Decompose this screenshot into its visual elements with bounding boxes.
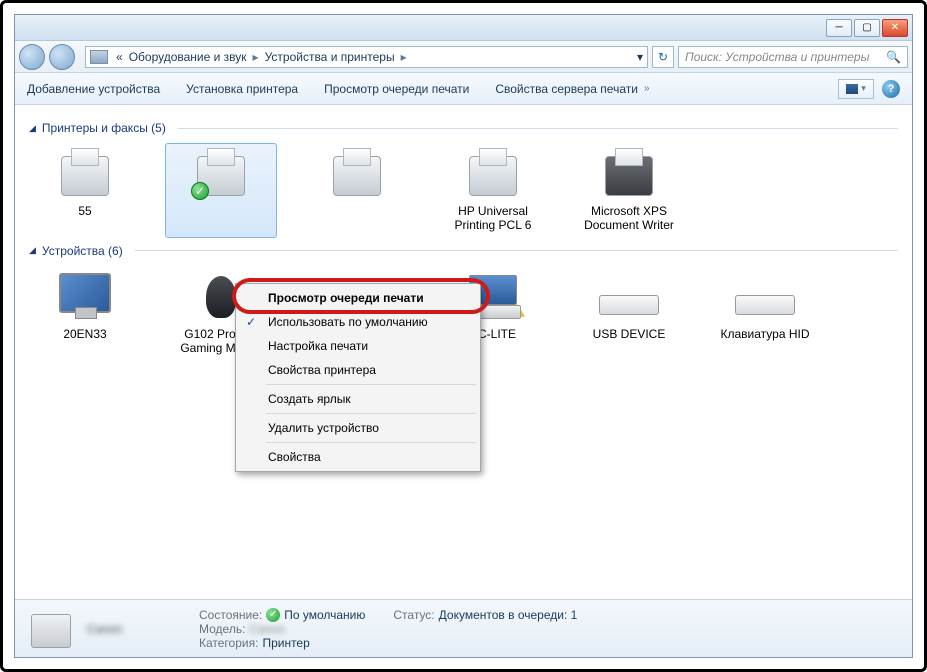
check-icon: ✓: [266, 608, 280, 622]
breadcrumb-devices[interactable]: Устройства и принтеры: [265, 50, 395, 64]
device-item[interactable]: 20EN33: [29, 266, 141, 361]
menu-label: Создать ярлык: [268, 392, 351, 406]
menu-label: Удалить устройство: [268, 421, 379, 435]
category-value: Принтер: [262, 636, 309, 650]
status-value: Документов в очереди: 1: [439, 608, 578, 622]
menu-separator: [266, 413, 476, 414]
menu-label: Просмотр очереди печати: [268, 291, 424, 305]
category-key: Категория:: [199, 636, 258, 650]
keyboard-icon: [733, 271, 797, 323]
breadcrumb-separator-icon: ▸: [401, 50, 407, 64]
breadcrumb-hardware[interactable]: Оборудование и звук: [129, 50, 247, 64]
chevron-left-icon: «: [116, 50, 123, 64]
menu-print-prefs[interactable]: Настройка печати: [238, 334, 478, 358]
check-icon: ✓: [246, 315, 256, 329]
refresh-button[interactable]: ↻: [652, 46, 674, 68]
search-input[interactable]: Поиск: Устройства и принтеры 🔍: [678, 46, 908, 68]
minimize-button[interactable]: ─: [826, 19, 852, 37]
model-value: Canon: [249, 622, 284, 636]
title-bar: ─ ▢ ✕: [15, 15, 912, 41]
devices-icon: [90, 50, 108, 64]
model-key: Модель:: [199, 622, 245, 636]
menu-label: Настройка печати: [268, 339, 368, 353]
menu-printer-props[interactable]: Свойства принтера: [238, 358, 478, 382]
device-item[interactable]: USB DEVICE: [573, 266, 685, 361]
state-value: ✓По умолчанию: [266, 608, 365, 622]
printer-icon: [597, 148, 661, 200]
menu-label: Использовать по умолчанию: [268, 315, 428, 329]
maximize-button[interactable]: ▢: [854, 19, 880, 37]
warning-icon: [509, 303, 525, 317]
printer-icon: [27, 608, 75, 650]
collapse-icon: ◢: [29, 245, 36, 256]
overflow-icon[interactable]: »: [644, 83, 650, 94]
group-title: Устройства (6): [42, 244, 123, 258]
state-key: Состояние:: [199, 608, 262, 622]
nav-bar: « Оборудование и звук ▸ Устройства и при…: [15, 41, 912, 73]
view-mode-button[interactable]: ▾: [838, 79, 874, 99]
details-title: Canon: [87, 622, 187, 636]
keyboard-icon: [597, 271, 661, 323]
group-title: Принтеры и факсы (5): [42, 121, 166, 135]
help-button[interactable]: ?: [882, 80, 900, 98]
menu-label: Свойства принтера: [268, 363, 376, 377]
item-label: Microsoft XPS Document Writer: [578, 204, 680, 233]
collapse-icon: ◢: [29, 123, 36, 134]
printer-icon: [325, 148, 389, 200]
address-bar[interactable]: « Оборудование и звук ▸ Устройства и при…: [85, 46, 648, 68]
dropdown-icon[interactable]: ▾: [637, 50, 643, 64]
status-key: Статус:: [393, 608, 434, 622]
forward-button[interactable]: [49, 44, 75, 70]
search-icon: 🔍: [886, 50, 901, 64]
item-label: 20EN33: [63, 327, 106, 341]
add-printer-button[interactable]: Установка принтера: [186, 82, 298, 96]
menu-separator: [266, 384, 476, 385]
printer-icon: [461, 148, 525, 200]
group-header-printers[interactable]: ◢ Принтеры и факсы (5): [29, 121, 898, 135]
default-check-icon: ✓: [191, 182, 209, 200]
divider: [178, 128, 898, 129]
group-header-devices[interactable]: ◢ Устройства (6): [29, 244, 898, 258]
printer-item[interactable]: [301, 143, 413, 238]
details-pane: Canon Состояние: ✓По умолчанию Модель: C…: [15, 599, 912, 657]
printer-item-selected[interactable]: ✓: [165, 143, 277, 238]
printer-item[interactable]: HP Universal Printing PCL 6: [437, 143, 549, 238]
view-queue-button[interactable]: Просмотр очереди печати: [324, 82, 469, 96]
explorer-window: ─ ▢ ✕ « Оборудование и звук ▸ Устройства…: [14, 14, 913, 658]
item-label: HP Universal Printing PCL 6: [442, 204, 544, 233]
context-menu: Просмотр очереди печати ✓ Использовать по…: [235, 283, 481, 472]
monitor-icon: [53, 271, 117, 323]
chevron-down-icon: ▾: [861, 83, 866, 94]
content-area: ◢ Принтеры и факсы (5) 55 ✓ HP Universal…: [15, 105, 912, 599]
menu-label: Свойства: [268, 450, 321, 464]
printers-grid: 55 ✓ HP Universal Printing PCL 6 Microso…: [29, 143, 898, 238]
back-button[interactable]: [19, 44, 45, 70]
server-props-button[interactable]: Свойства сервера печати: [495, 82, 638, 96]
item-label: USB DEVICE: [593, 327, 666, 341]
item-label: Клавиатура HID: [721, 327, 810, 341]
add-device-button[interactable]: Добавление устройства: [27, 82, 160, 96]
divider: [135, 250, 898, 251]
printer-item[interactable]: Microsoft XPS Document Writer: [573, 143, 685, 238]
menu-remove-device[interactable]: Удалить устройство: [238, 416, 478, 440]
device-item[interactable]: Клавиатура HID: [709, 266, 821, 361]
menu-view-queue[interactable]: Просмотр очереди печати: [238, 286, 478, 310]
printer-icon: [53, 148, 117, 200]
menu-properties[interactable]: Свойства: [238, 445, 478, 469]
printer-item[interactable]: 55: [29, 143, 141, 238]
search-placeholder: Поиск: Устройства и принтеры: [685, 50, 869, 64]
menu-set-default[interactable]: ✓ Использовать по умолчанию: [238, 310, 478, 334]
item-label: 55: [78, 204, 91, 218]
menu-create-shortcut[interactable]: Создать ярлык: [238, 387, 478, 411]
command-bar: Добавление устройства Установка принтера…: [15, 73, 912, 105]
menu-separator: [266, 442, 476, 443]
close-button[interactable]: ✕: [882, 19, 908, 37]
printer-icon: ✓: [189, 148, 253, 200]
breadcrumb-separator-icon: ▸: [253, 50, 259, 64]
tiles-icon: [846, 84, 858, 94]
